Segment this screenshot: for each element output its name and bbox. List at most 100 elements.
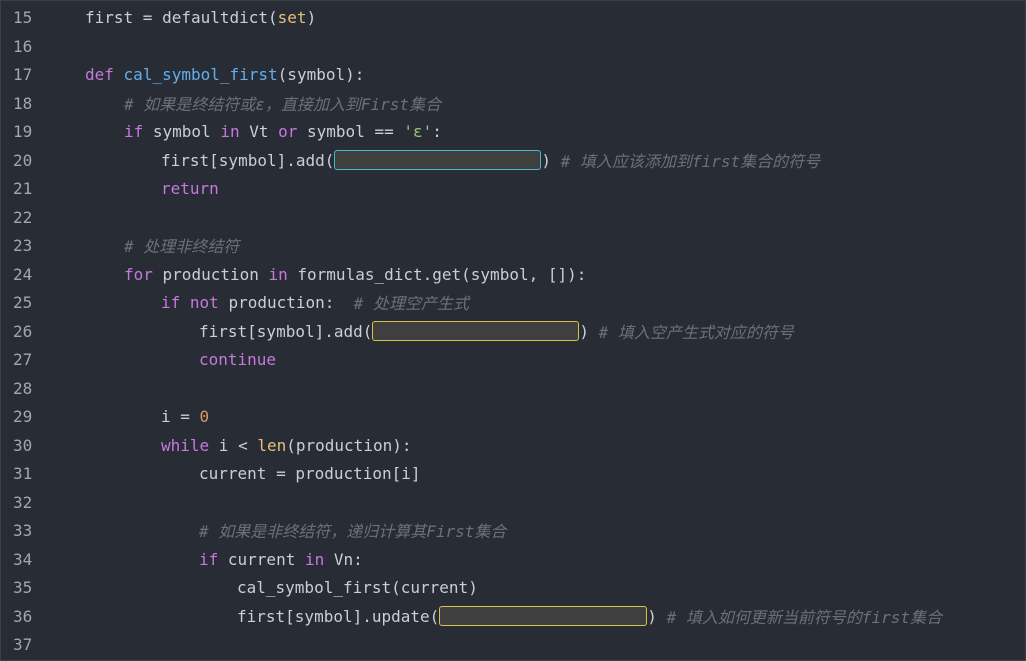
line-number: 35	[13, 577, 33, 597]
code-token: while	[161, 435, 210, 455]
code-comment: # 填入应该添加到first集合的符号	[560, 152, 821, 171]
code-line: 24 for production in formulas_dict.get(s…	[1, 260, 1025, 288]
code-token: symbol	[143, 121, 221, 141]
code-line: 20 first[symbol].add() # 填入应该添加到first集合的…	[1, 146, 1025, 174]
code-token: in	[220, 121, 240, 141]
line-number: 29	[13, 406, 33, 426]
code-comment: # 处理非终结符	[124, 237, 240, 256]
code-comment: # 处理空产生式	[353, 294, 469, 313]
code-token: return	[161, 178, 219, 198]
line-number: 33	[13, 520, 33, 540]
code-token: production:	[218, 292, 354, 312]
code-line: 35 cal_symbol_first(current)	[1, 573, 1025, 601]
code-token: current = production[i]	[199, 463, 421, 483]
line-number: 18	[13, 93, 33, 113]
code-token: symbol ==	[297, 121, 404, 141]
code-token: in	[304, 549, 325, 569]
code-line: 29 i = 0	[1, 402, 1025, 430]
line-number: 25	[13, 292, 33, 312]
code-token: i <	[209, 435, 258, 455]
code-token: )	[579, 321, 599, 341]
code-line: 33 # 如果是非终结符，递归计算其First集合	[1, 516, 1025, 544]
code-token: def	[85, 64, 114, 84]
code-line: 37	[1, 630, 1025, 658]
code-line: 30 while i < len (production):	[1, 431, 1025, 459]
line-number: 31	[13, 463, 33, 483]
code-comment: # 填入空产生式对应的符号	[598, 323, 794, 342]
code-token: if	[124, 121, 144, 141]
code-token: cal_symbol_first	[123, 64, 278, 84]
code-token: 'ε'	[403, 121, 433, 141]
code-line: 28	[1, 374, 1025, 402]
line-number: 32	[13, 492, 33, 512]
code-token: first[symbol].add(	[161, 150, 335, 170]
code-line: 18 # 如果是终结符或ε，直接加入到First集合	[1, 89, 1025, 117]
code-token: or	[278, 121, 298, 141]
code-token: continue	[199, 349, 277, 369]
code-line: 19 if symbol in Vt or symbol == 'ε':	[1, 117, 1025, 145]
code-token: production	[152, 264, 269, 284]
code-token: if	[199, 549, 219, 569]
line-number: 26	[13, 321, 33, 341]
line-number: 27	[13, 349, 33, 369]
line-number: 17	[13, 64, 33, 84]
code-token: (production):	[286, 435, 412, 455]
code-line: 34 if current in Vn:	[1, 545, 1025, 573]
code-line: 17 def cal_symbol_first (symbol):	[1, 60, 1025, 88]
line-number: 34	[13, 549, 33, 569]
code-token: formulas_dict.get(symbol, []):	[287, 264, 587, 284]
code-token: first[symbol].add(	[199, 321, 373, 341]
code-line: 31 current = production[i]	[1, 459, 1025, 487]
code-token: Vn:	[324, 549, 363, 569]
line-number: 15	[13, 7, 33, 27]
line-number: 16	[13, 36, 33, 56]
code-token: )	[541, 150, 561, 170]
code-line: 21 return	[1, 174, 1025, 202]
code-line: 25 if not production: # 处理空产生式	[1, 288, 1025, 316]
line-number: 37	[13, 634, 33, 654]
code-editor[interactable]: 15 first = defaultdict(set) 16 17 def ca…	[0, 0, 1026, 661]
code-token: set	[277, 7, 307, 27]
line-number: 21	[13, 178, 33, 198]
code-token: Vt	[239, 121, 279, 141]
code-line: 27 continue	[1, 345, 1025, 373]
code-token: :	[432, 121, 442, 141]
code-token: if	[161, 292, 181, 312]
code-line: 16	[1, 32, 1025, 60]
answer-blank[interactable]	[334, 150, 542, 170]
line-number: 20	[13, 150, 33, 170]
code-line: 22	[1, 203, 1025, 231]
code-comment: # 如果是非终结符，递归计算其First集合	[199, 522, 507, 541]
code-token: cal_symbol_first(current)	[237, 577, 478, 597]
answer-blank[interactable]	[372, 321, 580, 341]
code-token: in	[268, 264, 288, 284]
code-line: 23 # 处理非终结符	[1, 231, 1025, 259]
line-number: 22	[13, 207, 33, 227]
code-line: 15 first = defaultdict(set)	[1, 3, 1025, 31]
line-number: 23	[13, 235, 33, 255]
line-number: 24	[13, 264, 33, 284]
line-number: 30	[13, 435, 33, 455]
answer-blank[interactable]	[439, 606, 648, 626]
code-token: )	[306, 7, 317, 27]
line-number: 36	[13, 606, 33, 626]
code-token: for	[124, 264, 153, 284]
code-comment: # 如果是终结符或ε，直接加入到First集合	[124, 95, 442, 114]
code-comment: # 填入如何更新当前符号的first集合	[666, 608, 942, 627]
code-line: 36 first[symbol].update() # 填入如何更新当前符号的f…	[1, 602, 1025, 630]
line-number: 19	[13, 121, 33, 141]
code-token: first[symbol].update(	[237, 606, 440, 626]
code-line: 32	[1, 488, 1025, 516]
code-token: current	[218, 549, 305, 569]
line-number: 28	[13, 378, 33, 398]
code-token: )	[647, 606, 667, 626]
code-token: (symbol):	[277, 64, 365, 84]
code-line: 26 first[symbol].add() # 填入空产生式对应的符号	[1, 317, 1025, 345]
code-token: 0	[199, 406, 210, 426]
code-token: i =	[161, 406, 200, 426]
code-token: len	[257, 435, 287, 455]
code-token: first = defaultdict(	[85, 7, 278, 27]
code-token: not	[189, 292, 219, 312]
